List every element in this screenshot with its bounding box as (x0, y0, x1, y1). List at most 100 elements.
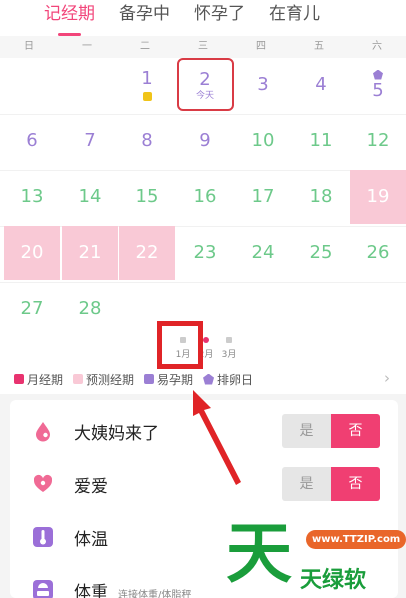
legend: 月经期 预测经期 易孕期 排卵日 (0, 369, 406, 389)
annotation-highlight-box (157, 321, 203, 369)
tab-pregnant[interactable]: 怀孕了 (194, 0, 245, 34)
calendar-day[interactable]: 9 (177, 114, 233, 168)
no-button[interactable]: 否 (331, 467, 380, 501)
legend-item: 预测经期 (73, 371, 134, 388)
day-number: 21 (78, 242, 102, 263)
weekday-sat: 六 (372, 41, 382, 52)
ovulation-icon (373, 69, 383, 80)
calendar-day-predicted[interactable]: 19 (350, 170, 406, 224)
calendar-day[interactable]: 23 (177, 226, 233, 280)
calendar-day[interactable]: 18 (293, 170, 349, 224)
weekday-tue: 二 (140, 41, 150, 52)
tab-parenting[interactable]: 在育儿 (269, 0, 320, 34)
day-number: 6 (26, 130, 38, 151)
calendar-day[interactable]: 11 (293, 114, 349, 168)
day-number: 12 (366, 130, 390, 151)
calendar-day-predicted[interactable]: 20 (4, 226, 60, 280)
period-toggle: 是 否 (282, 414, 380, 448)
calendar-day[interactable]: 24 (235, 226, 291, 280)
legend-item: 排卵日 (203, 371, 253, 388)
predicted-swatch (73, 374, 84, 384)
day-number: 5 (372, 79, 384, 101)
month-scroller: 1月 2月 3月 (0, 337, 406, 367)
calendar-day[interactable]: 15 (119, 170, 175, 224)
annotation-arrow-icon (193, 390, 241, 485)
yes-button[interactable]: 是 (282, 414, 331, 448)
month-dot (203, 337, 209, 343)
weekday-wed: 三 (198, 41, 208, 52)
row-label: 体温 (74, 529, 108, 550)
calendar-day[interactable]: 13 (4, 170, 60, 224)
legend-label: 易孕期 (157, 372, 194, 387)
legend-item: 易孕期 (144, 371, 193, 388)
no-button[interactable]: 否 (331, 414, 380, 448)
day-number: 20 (20, 242, 44, 263)
yes-button[interactable]: 是 (282, 467, 331, 501)
calendar-day[interactable]: 27 (4, 282, 60, 336)
day-number: 17 (251, 186, 275, 207)
month-item[interactable]: 3月 (218, 337, 240, 360)
row-label: 体重 连接体重/体脂秤 (74, 578, 191, 598)
calendar-day[interactable]: 4 (293, 58, 349, 112)
row-label-text: 体重 (74, 582, 108, 598)
day-number: 26 (366, 242, 390, 263)
calendar-day[interactable]: 6 (4, 114, 60, 168)
watermark-logo: 天 (226, 514, 292, 592)
calendar-day[interactable]: 26 (350, 226, 406, 280)
legend-item: 月经期 (14, 371, 63, 388)
mode-tabs: 记经期 备孕中 怀孕了 在育儿 (0, 0, 406, 36)
note-icon (142, 92, 152, 101)
day-number: 14 (78, 186, 102, 207)
calendar-day[interactable]: 28 (62, 282, 118, 336)
day-number: 10 (251, 130, 275, 151)
legend-label: 排卵日 (217, 372, 254, 387)
heart-icon (33, 474, 53, 492)
row-label: 爱爱 (74, 476, 108, 497)
calendar-day-predicted[interactable]: 21 (62, 226, 118, 280)
drop-icon (36, 422, 50, 442)
day-number: 1 (141, 68, 153, 89)
calendar-day[interactable]: 5 (350, 58, 406, 112)
fertile-swatch (144, 374, 155, 384)
calendar-day[interactable]: 7 (62, 114, 118, 168)
calendar-day[interactable]: 12 (350, 114, 406, 168)
day-number: 19 (366, 186, 390, 207)
weekday-thu: 四 (256, 41, 266, 52)
calendar-day[interactable]: 3 (235, 58, 291, 112)
calendar-day[interactable]: 14 (62, 170, 118, 224)
legend-label: 月经期 (27, 372, 64, 387)
row-sub-label: 连接体重/体脂秤 (118, 589, 192, 598)
day-number: 27 (20, 298, 44, 319)
calendar-day[interactable]: 10 (235, 114, 291, 168)
ovulation-icon (203, 373, 215, 385)
day-number: 28 (78, 298, 102, 319)
calendar-day[interactable]: 16 (177, 170, 233, 224)
weekday-header: 日 一 二 三 四 五 六 (0, 36, 406, 58)
calendar-day-predicted[interactable]: 22 (119, 226, 175, 280)
watermark-url: www.TTZIP.com (306, 530, 406, 549)
day-number: 13 (20, 186, 44, 207)
day-number: 7 (84, 130, 96, 151)
thermometer-icon (33, 527, 53, 547)
tab-period[interactable]: 记经期 (44, 0, 95, 36)
calendar-day[interactable]: 25 (293, 226, 349, 280)
calendar-day[interactable]: 8 (119, 114, 175, 168)
today-highlight-box (177, 58, 234, 111)
day-number: 4 (315, 74, 327, 95)
month-dot (226, 337, 232, 343)
weekday-sun: 日 (24, 41, 34, 52)
chevron-right-icon[interactable]: › (384, 369, 390, 387)
scale-icon (33, 580, 53, 598)
tab-trying[interactable]: 备孕中 (119, 0, 170, 34)
weekday-fri: 五 (314, 41, 324, 52)
day-number: 9 (199, 130, 211, 151)
day-number: 16 (193, 186, 217, 207)
row-label: 大姨妈来了 (74, 423, 159, 444)
day-number: 15 (135, 186, 159, 207)
watermark-text: 天绿软 (300, 568, 367, 593)
day-number: 23 (193, 242, 217, 263)
day-number: 25 (309, 242, 333, 263)
calendar-day[interactable]: 17 (235, 170, 291, 224)
calendar-day[interactable]: 1 (119, 58, 175, 112)
day-number: 18 (309, 186, 333, 207)
